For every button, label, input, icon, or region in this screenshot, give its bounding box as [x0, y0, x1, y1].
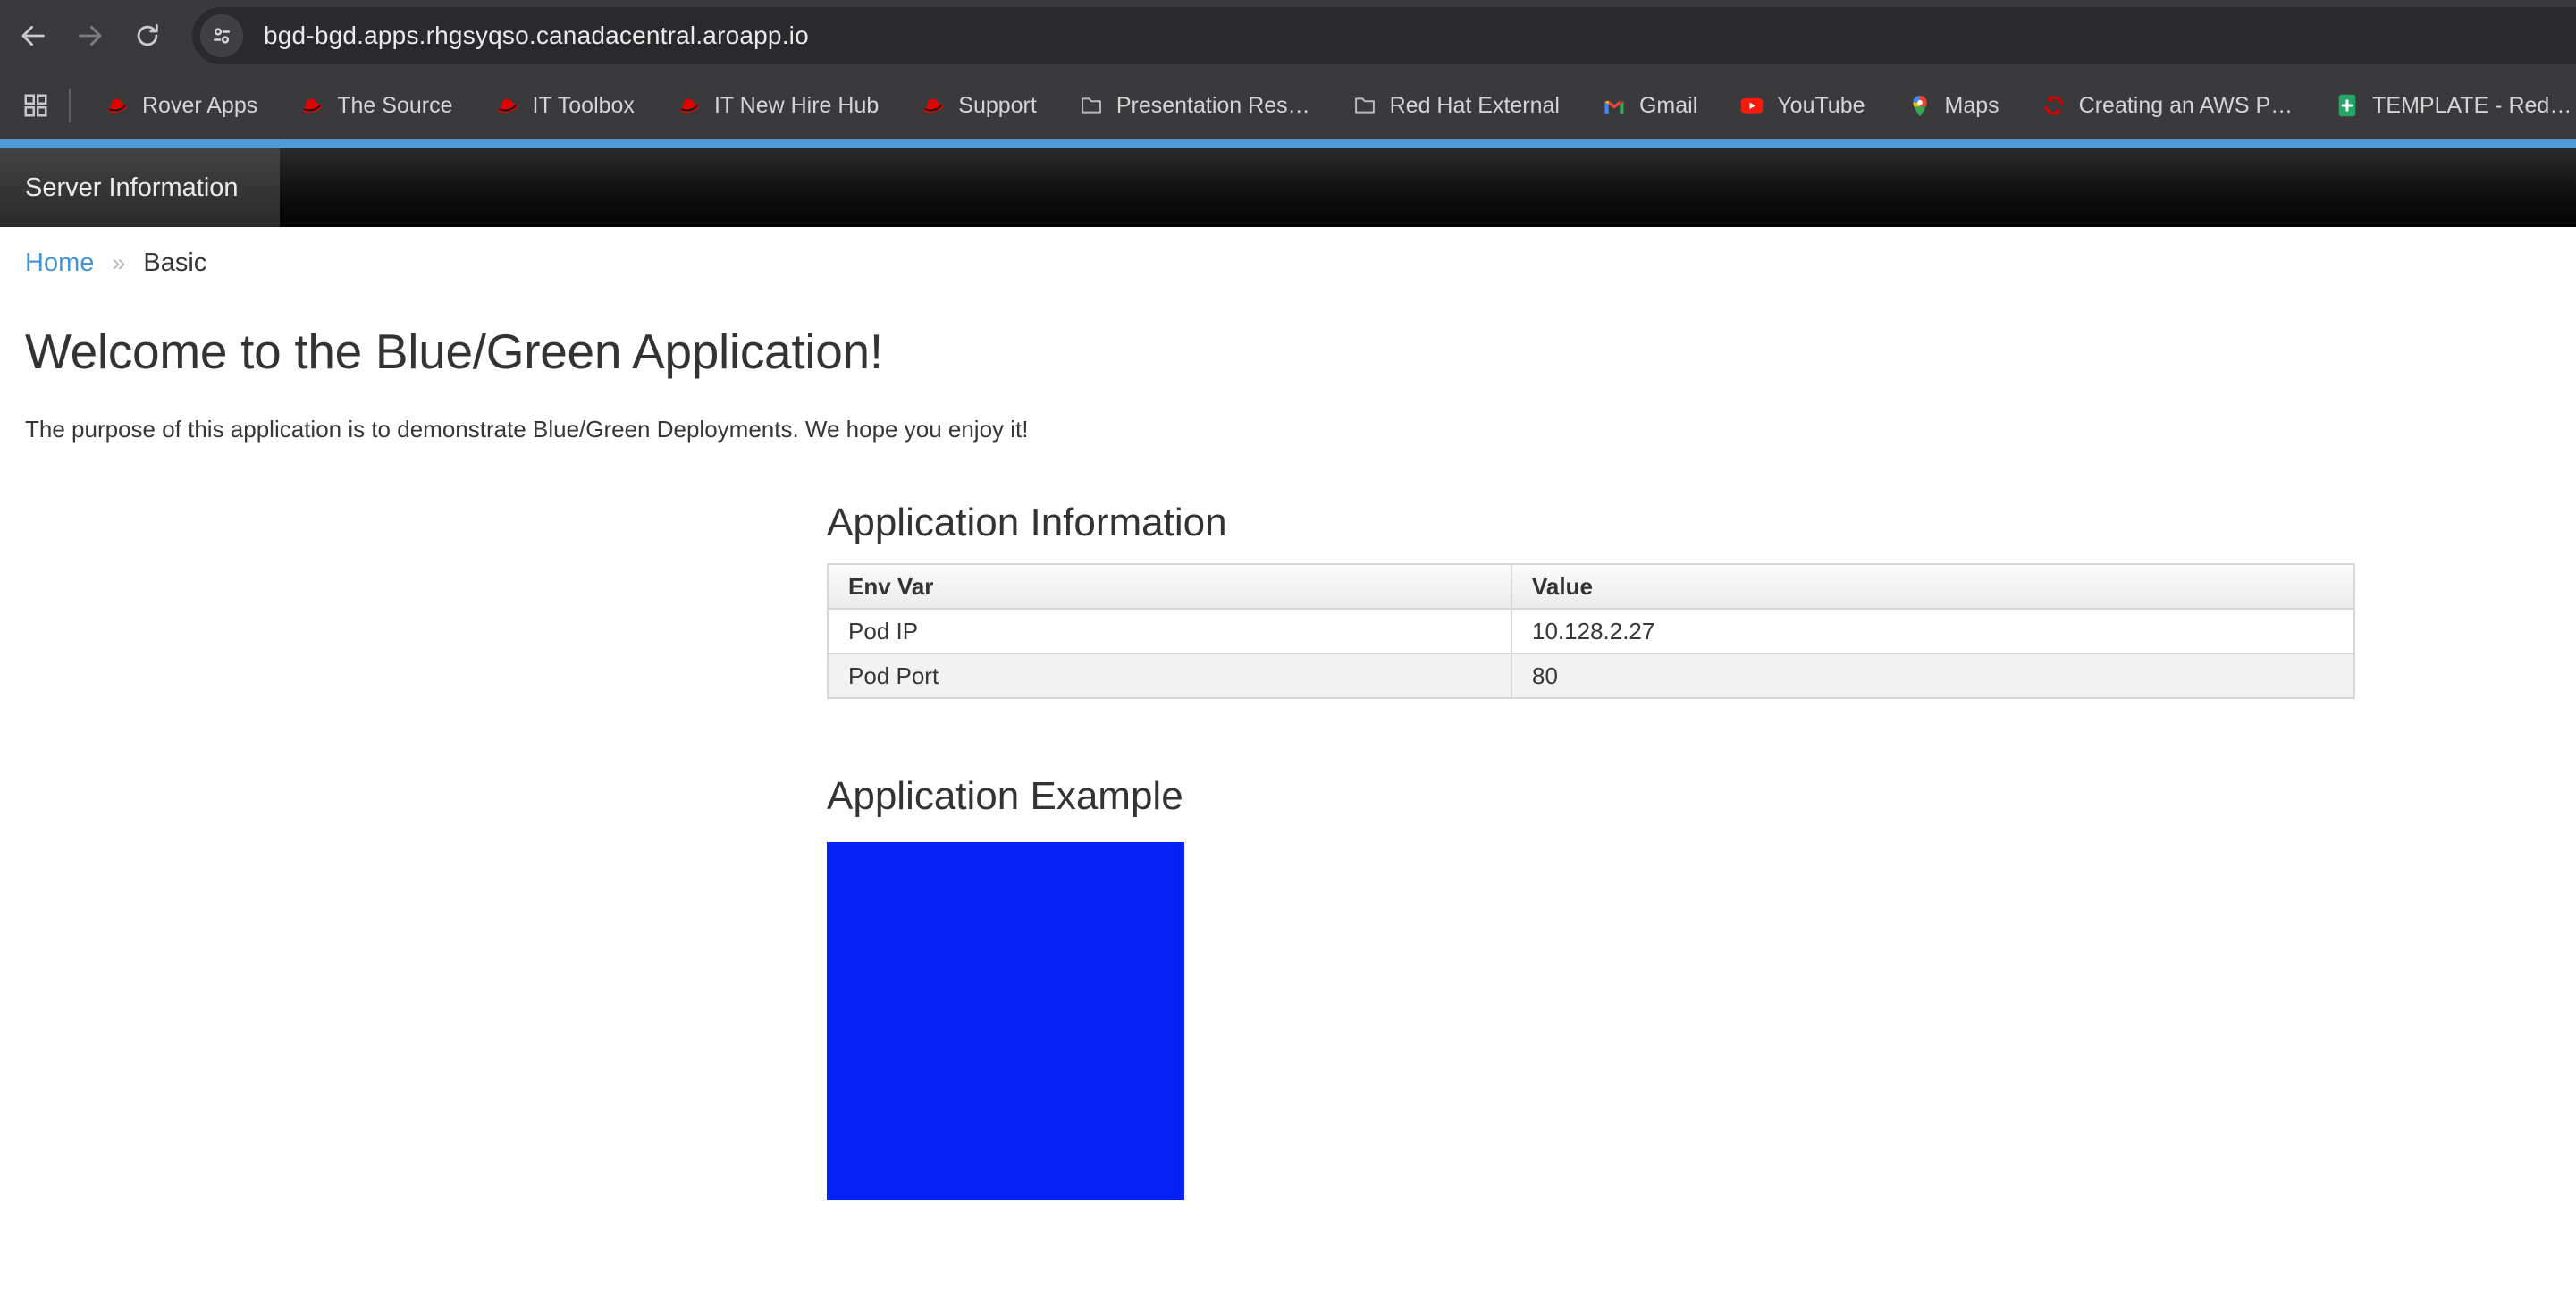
- bookmark-label: YouTube: [1777, 93, 1865, 119]
- application-example-section: Application Example: [827, 774, 2576, 1200]
- breadcrumb-home-link[interactable]: Home: [25, 249, 94, 278]
- bookmark-label: Maps: [1945, 93, 1999, 119]
- bookmark-list: Rover Apps The Source IT Toolbox IT New Hir…: [83, 79, 2576, 132]
- accent-line: [0, 139, 2576, 148]
- bookmark-gmail[interactable]: Gmail: [1580, 79, 1718, 132]
- redhat-icon: [104, 92, 130, 119]
- breadcrumb: Home » Basic: [25, 249, 2576, 278]
- bookmark-support[interactable]: Support: [899, 79, 1057, 132]
- env-var-cell: Pod IP: [828, 609, 1511, 653]
- page-content: Home » Basic Welcome to the Blue/Green A…: [0, 227, 2576, 1200]
- red-refresh-icon: [2041, 92, 2067, 119]
- bookmark-it-toolbox[interactable]: IT Toolbox: [474, 79, 655, 132]
- browser-window: bgd-bgd.apps.rhgsyqso.canadacentral.aroa…: [0, 0, 2576, 1298]
- value-cell: 10.128.2.27: [1511, 609, 2354, 653]
- redhat-icon: [676, 92, 703, 119]
- bookmark-label: Red Hat External: [1390, 93, 1560, 119]
- sheets-icon: [2334, 92, 2361, 119]
- gmail-icon: [1601, 92, 1628, 119]
- bookmark-red-hat-external[interactable]: Red Hat External: [1331, 79, 1580, 132]
- tune-icon: [208, 22, 235, 49]
- redhat-icon: [920, 92, 947, 119]
- column-header-value: Value: [1511, 564, 2354, 609]
- application-information-section: Application Information Env Var Value Po…: [827, 501, 2576, 699]
- example-color-box: [827, 842, 1184, 1200]
- bookmark-label: Support: [958, 93, 1037, 119]
- tab-server-information[interactable]: Server Information: [0, 148, 280, 227]
- bookmark-label: TEMPLATE - Red…: [2372, 93, 2572, 119]
- forward-arrow-icon: [75, 21, 105, 51]
- tab-label: Server Information: [25, 173, 239, 203]
- table-row: Pod IP10.128.2.27: [828, 609, 2354, 653]
- back-button[interactable]: [13, 15, 54, 56]
- breadcrumb-current: Basic: [143, 249, 206, 278]
- apps-grid-icon: [22, 92, 49, 119]
- bookmark-youtube[interactable]: YouTube: [1718, 79, 1885, 132]
- bookmark-presentation-res[interactable]: Presentation Res…: [1057, 79, 1331, 132]
- bookmark-label: IT Toolbox: [533, 93, 635, 119]
- bookmark-label: Rover Apps: [142, 93, 257, 119]
- env-var-table: Env Var Value Pod IP10.128.2.27Pod Port8…: [827, 563, 2355, 699]
- reload-icon: [132, 21, 163, 51]
- url-text: bgd-bgd.apps.rhgsyqso.canadacentral.aroa…: [264, 21, 809, 50]
- apps-grid-button[interactable]: [16, 86, 55, 125]
- bookmark-label: Gmail: [1639, 93, 1697, 119]
- redhat-icon: [299, 92, 325, 119]
- bookmarks-bar: Rover Apps The Source IT Toolbox IT New Hir…: [0, 72, 2576, 139]
- application-column: Application Information Env Var Value Po…: [827, 501, 2576, 1200]
- application-information-heading: Application Information: [827, 501, 2576, 545]
- bookmark-label: The Source: [337, 93, 452, 119]
- bookmark-the-source[interactable]: The Source: [278, 79, 473, 132]
- browser-nav-buttons: [13, 0, 168, 72]
- value-cell: 80: [1511, 653, 2354, 698]
- application-example-heading: Application Example: [827, 774, 2576, 819]
- redhat-icon: [494, 92, 521, 119]
- bookmark-template-red[interactable]: TEMPLATE - Red…: [2313, 79, 2576, 132]
- column-header-env-var: Env Var: [828, 564, 1511, 609]
- maps-icon: [1907, 92, 1933, 119]
- folder-icon: [1351, 92, 1378, 119]
- table-row: Pod Port80: [828, 653, 2354, 698]
- table-header-row: Env Var Value: [828, 564, 2354, 609]
- back-arrow-icon: [18, 21, 48, 51]
- bookmark-maps[interactable]: Maps: [1886, 79, 2020, 132]
- bookmark-label: Creating an AWS P…: [2079, 93, 2293, 119]
- browser-toolbar: bgd-bgd.apps.rhgsyqso.canadacentral.aroa…: [0, 0, 2576, 72]
- breadcrumb-separator: »: [112, 249, 125, 277]
- bookmark-creating-an-aws-p[interactable]: Creating an AWS P…: [2020, 79, 2313, 132]
- env-var-cell: Pod Port: [828, 653, 1511, 698]
- bookmark-label: Presentation Res…: [1116, 93, 1310, 119]
- address-bar[interactable]: bgd-bgd.apps.rhgsyqso.canadacentral.aroa…: [192, 7, 2576, 64]
- app-navbar: Server Information: [0, 148, 2576, 227]
- folder-icon: [1078, 92, 1105, 119]
- page-intro: The purpose of this application is to de…: [25, 416, 2576, 443]
- bookmark-it-new-hire-hub[interactable]: IT New Hire Hub: [655, 79, 899, 132]
- youtube-icon: [1738, 92, 1765, 119]
- reload-button[interactable]: [127, 15, 168, 56]
- page-title: Welcome to the Blue/Green Application!: [25, 323, 2576, 380]
- bookmarks-separator: [69, 88, 71, 122]
- forward-button[interactable]: [70, 15, 111, 56]
- bookmark-label: IT New Hire Hub: [714, 93, 879, 119]
- bookmark-rover-apps[interactable]: Rover Apps: [83, 79, 278, 132]
- site-settings-button[interactable]: [200, 14, 243, 57]
